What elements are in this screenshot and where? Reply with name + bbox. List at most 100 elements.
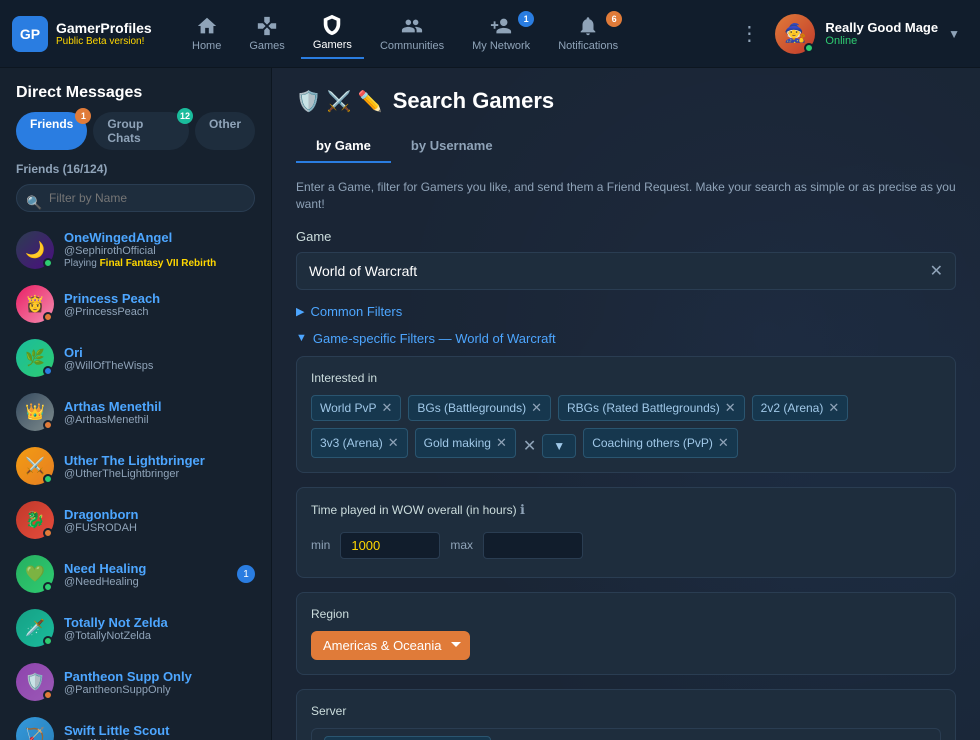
friend-avatar: 🌙 [16,231,54,269]
tag-bgs: BGs (Battlegrounds) ✕ [408,395,551,421]
filter-input[interactable] [16,184,255,212]
pen-icon: ✏️ [358,89,383,114]
nav-item-games[interactable]: Games [237,9,296,58]
friend-item[interactable]: 👑 Arthas Menethil @ArthasMenethil [8,385,263,439]
friend-name: Ori [64,345,255,360]
tag-dropdown-button[interactable]: ▼ [542,434,576,458]
tag-coaching-remove[interactable]: ✕ [718,435,729,451]
search-title: Search Gamers [393,88,554,114]
nav-item-home[interactable]: Home [180,9,233,58]
friend-name: Swift Little Scout [64,723,255,738]
friend-name: Totally Not Zelda [64,615,255,630]
tab-by-username[interactable]: by Username [391,130,513,163]
search-tabs: by Game by Username [296,130,956,163]
user-online-indicator [804,43,814,53]
friend-avatar: 🐉 [16,501,54,539]
friend-item[interactable]: 🌿 Ori @WillOfTheWisps [8,331,263,385]
friend-item[interactable]: 🏹 Swift Little Scout @SwiftLittleScout [8,709,263,740]
nav-more-button[interactable]: ⋮ [731,13,767,54]
tag-gold-making-remove[interactable]: ✕ [496,435,507,451]
friends-badge: 1 [75,108,91,124]
friend-item[interactable]: 💚 Need Healing @NeedHealing 1 [8,547,263,601]
friend-playing: Playing Final Fantasy VII Rebirth [64,258,255,269]
nav-item-communities[interactable]: Communities [368,9,456,58]
tag-area-clear[interactable]: ✕ [523,436,536,456]
friend-handle: @PrincessPeach [64,306,255,318]
nav-item-notifications[interactable]: 6 Notifications [546,9,630,58]
tag-world-pvp-remove[interactable]: ✕ [381,400,392,416]
friend-status-dot [43,312,53,322]
region-box: Region Americas & Oceania Europe Asia Pa… [296,592,956,675]
friend-status-dot [43,690,53,700]
tab-by-game[interactable]: by Game [296,130,391,163]
game-input-wrap[interactable]: World of Warcraft ✕ [296,252,956,290]
friend-status-dot [43,366,53,376]
friend-name: Pantheon Supp Only [64,669,255,684]
friend-item[interactable]: 🌙 OneWingedAngel @SephirothOfficial Play… [8,222,263,277]
time-min-label: min [311,538,330,552]
unread-badge: 1 [237,565,255,583]
sword-icon: ⚔️ [327,89,352,114]
friend-handle: @UtherTheLightbringer [64,468,255,480]
friend-avatar: 🌿 [16,339,54,377]
friend-item[interactable]: ⚔️ Uther The Lightbringer @UtherTheLight… [8,439,263,493]
game-specific-filters-section: ▼ Game-specific Filters — World of Warcr… [296,331,956,740]
tag-rbgs-remove[interactable]: ✕ [725,400,736,416]
common-filters-header[interactable]: ▶ Common Filters [296,304,956,319]
friend-handle: @FUSRODAH [64,522,255,534]
friend-avatar: 🗡️ [16,609,54,647]
nav-item-gamers[interactable]: Gamers [301,8,364,59]
friend-item[interactable]: 🗡️ Totally Not Zelda @TotallyNotZelda [8,601,263,655]
friend-item[interactable]: 👸 Princess Peach @PrincessPeach [8,277,263,331]
tag-coaching: Coaching others (PvP) ✕ [583,428,738,458]
friend-handle: @SephirothOfficial [64,245,255,257]
friends-list: 🌙 OneWingedAngel @SephirothOfficial Play… [0,222,271,740]
user-name: Really Good Mage [825,20,938,35]
game-specific-filters-header[interactable]: ▼ Game-specific Filters — World of Warcr… [296,331,956,346]
tag-2v2-remove[interactable]: ✕ [828,400,839,416]
user-avatar: 🧙 [775,14,815,54]
tag-bgs-remove[interactable]: ✕ [531,400,542,416]
shield-icon: 🛡️ [296,89,321,114]
tab-group-chats[interactable]: 12 Group Chats [93,112,189,150]
sidebar-title: Direct Messages [0,68,271,112]
friends-count: Friends (16/124) [0,162,271,184]
game-field-label: Game [296,229,956,244]
friend-avatar: 👑 [16,393,54,431]
info-icon[interactable]: ℹ [520,502,525,517]
nav-item-network[interactable]: 1 My Network [460,9,542,58]
app-logo[interactable]: GP GamerProfiles Public Beta version! [12,16,162,52]
server-box: Server Aegwynn (United States) ✕ ✕ ▼ [296,689,956,740]
interested-in-label: Interested in [311,371,941,385]
tab-friends[interactable]: 1 Friends [16,112,87,150]
time-min-input[interactable] [340,532,440,559]
user-profile-button[interactable]: 🧙 Really Good Mage Online ▼ [767,10,968,58]
time-played-box: Time played in WOW overall (in hours) ℹ … [296,487,956,578]
friend-item[interactable]: 🐉 Dragonborn @FUSRODAH [8,493,263,547]
game-clear-button[interactable]: ✕ [930,261,943,281]
friend-status-dot [43,528,53,538]
friend-avatar: ⚔️ [16,447,54,485]
group-chats-badge: 12 [177,108,193,124]
region-select[interactable]: Americas & Oceania Europe Asia Pacific [311,631,470,660]
time-max-input[interactable] [483,532,583,559]
friend-avatar: 🛡️ [16,663,54,701]
friend-handle: @ArthasMenethil [64,414,255,426]
friend-handle: @PantheonSuppOnly [64,684,255,696]
tag-3v3-remove[interactable]: ✕ [388,435,399,451]
friend-handle: @WillOfTheWisps [64,360,255,372]
friend-handle: @TotallyNotZelda [64,630,255,642]
chevron-right-icon: ▶ [296,305,304,318]
tag-3v3: 3v3 (Arena) ✕ [311,428,408,458]
tag-world-pvp: World PvP ✕ [311,395,401,421]
friend-status-dot [43,420,53,430]
tag-2v2: 2v2 (Arena) ✕ [752,395,849,421]
common-filters-section: ▶ Common Filters [296,304,956,319]
friend-status-dot [43,474,53,484]
friend-status-dot [43,636,53,646]
search-hint: Enter a Game, filter for Gamers you like… [296,179,956,213]
friend-item[interactable]: 🛡️ Pantheon Supp Only @PantheonSuppOnly [8,655,263,709]
tab-other[interactable]: Other [195,112,255,150]
tag-add-row: ✕ ▼ [523,434,576,458]
friend-name: Dragonborn [64,507,255,522]
